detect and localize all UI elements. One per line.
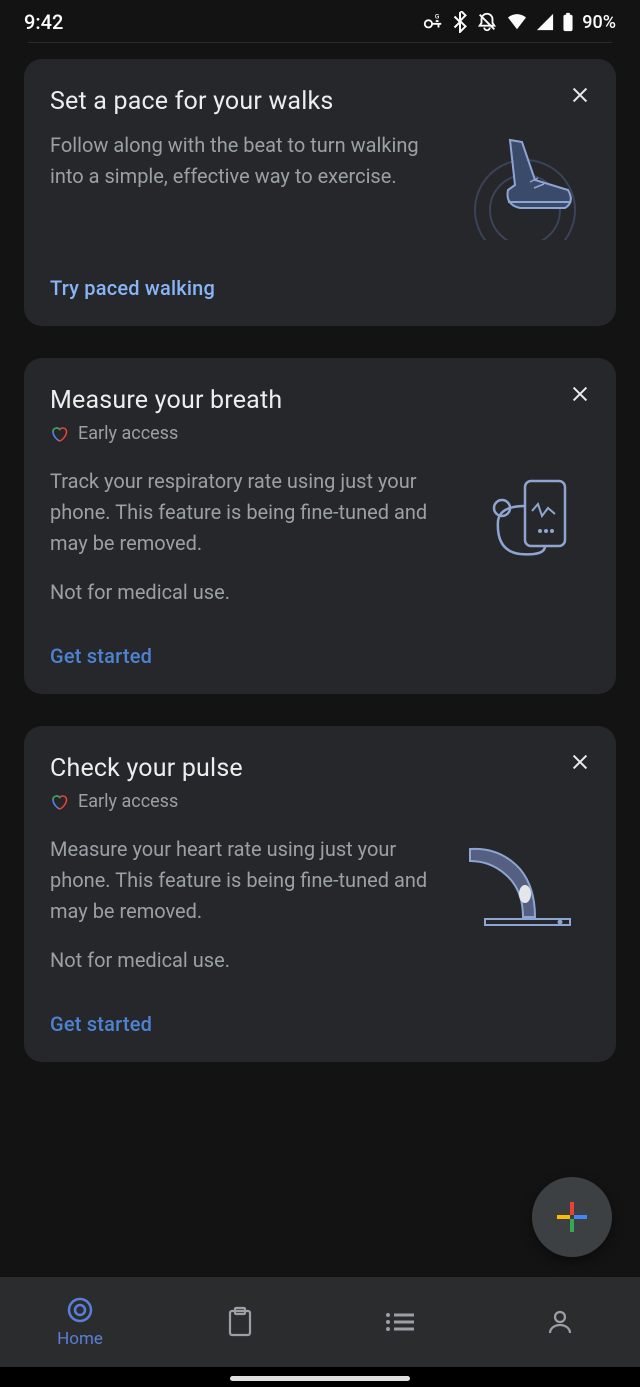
status-time: 9:42 bbox=[24, 10, 63, 34]
close-icon bbox=[569, 84, 591, 106]
badge-label: Early access bbox=[78, 791, 178, 812]
battery-percent: 90% bbox=[582, 12, 616, 33]
card-title: Measure your breath bbox=[50, 386, 590, 415]
close-button[interactable] bbox=[566, 380, 594, 408]
card-note: Not for medical use. bbox=[50, 577, 442, 608]
phone-stethoscope-icon bbox=[460, 466, 590, 576]
bottom-nav: Home bbox=[0, 1277, 640, 1367]
card-paced-walking: Set a pace for your walks Follow along w… bbox=[24, 59, 616, 326]
nav-profile[interactable] bbox=[480, 1308, 640, 1336]
fit-heart-icon bbox=[50, 425, 68, 443]
finger-phone-icon bbox=[460, 834, 590, 944]
nav-home[interactable]: Home bbox=[0, 1295, 160, 1349]
status-bar: 9:42 G 90% bbox=[0, 0, 640, 42]
card-description: Follow along with the beat to turn walki… bbox=[50, 130, 442, 192]
nav-journal[interactable] bbox=[160, 1306, 320, 1338]
get-started-button[interactable]: Get started bbox=[50, 1012, 590, 1036]
add-fab[interactable] bbox=[532, 1177, 612, 1257]
bluetooth-icon bbox=[452, 11, 468, 33]
card-description: Track your respiratory rate using just y… bbox=[50, 466, 442, 559]
nav-browse[interactable] bbox=[320, 1310, 480, 1334]
card-title: Check your pulse bbox=[50, 754, 590, 783]
fit-heart-icon bbox=[50, 793, 68, 811]
list-icon bbox=[384, 1310, 416, 1334]
dnd-icon bbox=[476, 11, 498, 33]
early-access-badge: Early access bbox=[50, 423, 590, 444]
card-title: Set a pace for your walks bbox=[50, 87, 590, 116]
get-started-button[interactable]: Get started bbox=[50, 644, 590, 668]
battery-icon bbox=[562, 12, 574, 32]
badge-label: Early access bbox=[78, 423, 178, 444]
wifi-icon bbox=[506, 13, 528, 31]
signal-icon bbox=[536, 13, 554, 31]
card-measure-breath: Measure your breath Early access Track y… bbox=[24, 358, 616, 694]
google-plus-icon bbox=[555, 1200, 589, 1234]
nav-label: Home bbox=[57, 1329, 103, 1349]
status-icons: G 90% bbox=[422, 11, 616, 33]
close-button[interactable] bbox=[566, 748, 594, 776]
close-button[interactable] bbox=[566, 81, 594, 109]
walking-shoe-icon bbox=[460, 130, 590, 240]
close-icon bbox=[569, 751, 591, 773]
card-list: Set a pace for your walks Follow along w… bbox=[0, 59, 640, 1062]
card-description: Measure your heart rate using just your … bbox=[50, 834, 442, 927]
home-icon bbox=[65, 1295, 95, 1325]
svg-text:G: G bbox=[435, 12, 439, 20]
card-check-pulse: Check your pulse Early access Measure yo… bbox=[24, 726, 616, 1062]
clipboard-icon bbox=[226, 1306, 254, 1338]
home-indicator[interactable] bbox=[230, 1376, 410, 1381]
person-icon bbox=[546, 1308, 574, 1336]
vpn-key-icon: G bbox=[422, 11, 444, 33]
divider bbox=[28, 42, 612, 43]
close-icon bbox=[569, 383, 591, 405]
card-note: Not for medical use. bbox=[50, 945, 442, 976]
try-paced-walking-button[interactable]: Try paced walking bbox=[50, 276, 590, 300]
early-access-badge: Early access bbox=[50, 791, 590, 812]
